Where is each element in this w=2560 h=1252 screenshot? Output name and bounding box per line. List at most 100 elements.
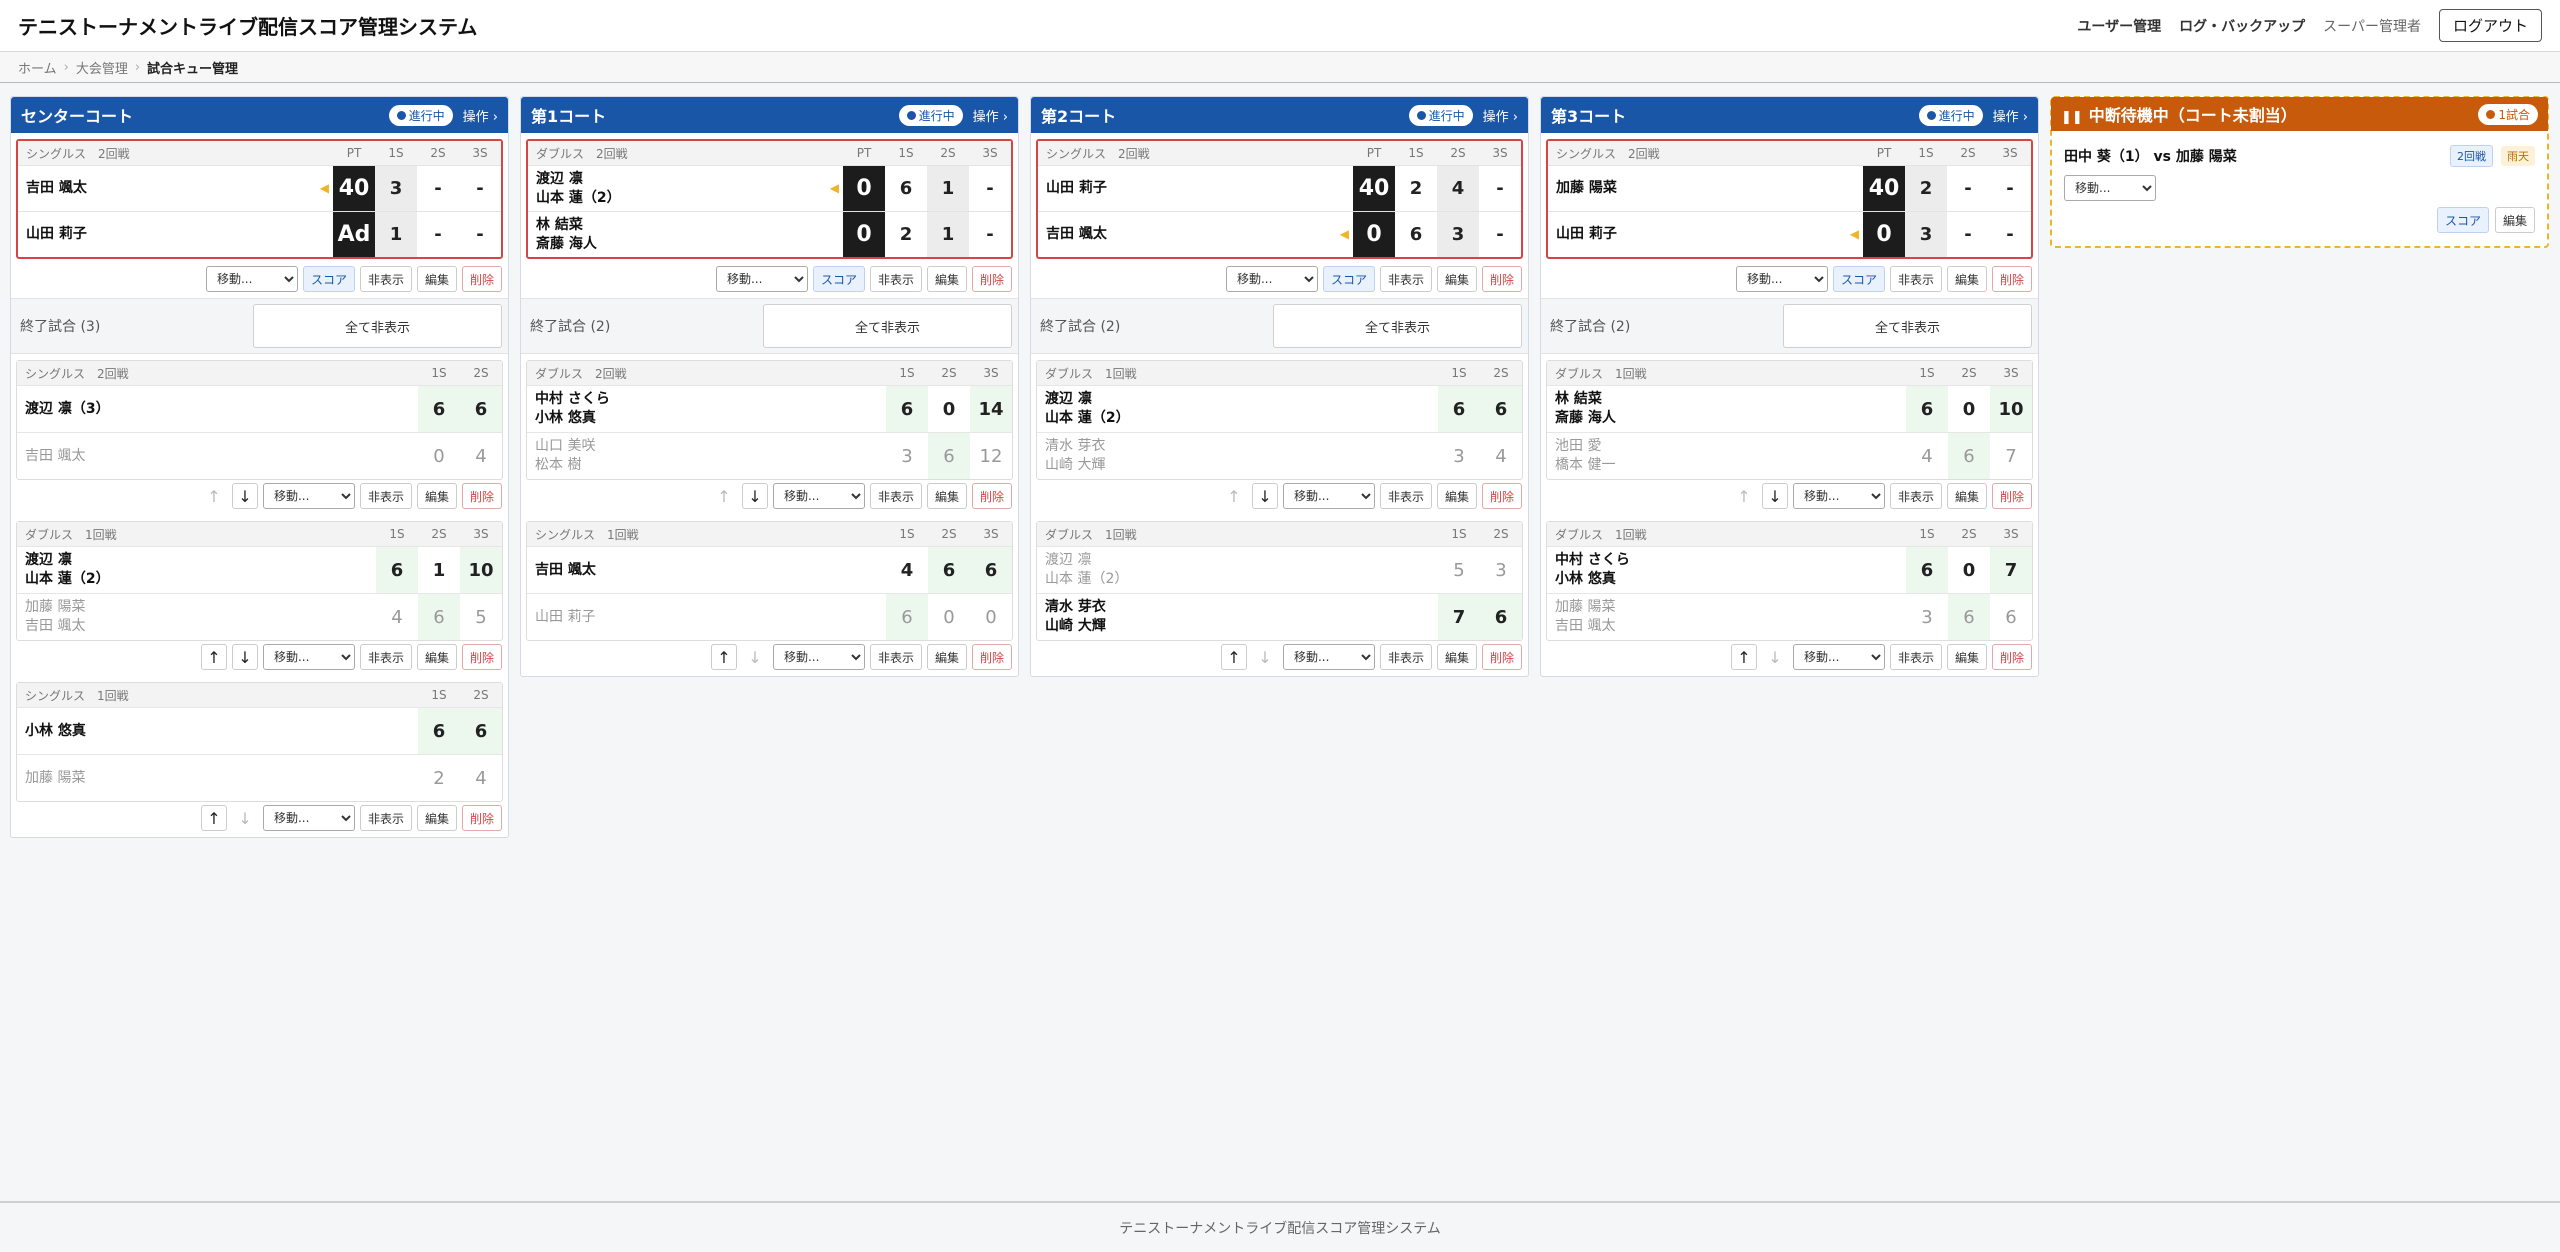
move-down-button[interactable]: ↓ (231, 644, 258, 670)
edit-button[interactable]: 編集 (416, 266, 457, 292)
edit-button[interactable]: 編集 (1946, 644, 1987, 670)
hide-button[interactable]: 非表示 (359, 266, 412, 292)
hide-button[interactable]: 非表示 (1889, 266, 1942, 292)
hide-all-button[interactable]: 全て非表示 (253, 304, 502, 348)
move-select[interactable]: 移動... (262, 805, 355, 831)
hide-button[interactable]: 非表示 (1379, 644, 1432, 670)
hide-button[interactable]: 非表示 (1379, 266, 1432, 292)
move-select[interactable]: 移動... (772, 483, 865, 509)
hide-button[interactable]: 非表示 (1379, 483, 1432, 509)
delete-button[interactable]: 削除 (1481, 644, 1522, 670)
move-up-button[interactable]: ↑ (711, 483, 737, 509)
move-select[interactable]: 移動... (2064, 175, 2156, 201)
move-select[interactable]: 移動... (772, 644, 865, 670)
move-up-button[interactable]: ↑ (201, 483, 227, 509)
score-button[interactable]: スコア (812, 266, 865, 292)
hide-button[interactable]: 非表示 (869, 483, 922, 509)
delete-button[interactable]: 削除 (971, 266, 1012, 292)
edit-button[interactable]: 編集 (1436, 483, 1477, 509)
operations-link[interactable]: 操作 › (973, 106, 1008, 125)
hide-button[interactable]: 非表示 (1889, 644, 1942, 670)
score-button[interactable]: スコア (302, 266, 355, 292)
delete-button[interactable]: 削除 (971, 483, 1012, 509)
move-up-button[interactable]: ↑ (200, 805, 227, 831)
move-up-button[interactable]: ↑ (710, 644, 737, 670)
move-down-button[interactable]: ↓ (1762, 644, 1788, 670)
delete-button[interactable]: 削除 (1991, 266, 2032, 292)
hide-button[interactable]: 非表示 (869, 266, 922, 292)
move-select[interactable]: 移動... (262, 483, 355, 509)
score-button[interactable]: スコア (2436, 207, 2489, 233)
delete-button[interactable]: 削除 (1481, 483, 1522, 509)
edit-button[interactable]: 編集 (1436, 266, 1477, 292)
edit-button[interactable]: 編集 (926, 483, 967, 509)
move-up-button[interactable]: ↑ (1220, 644, 1247, 670)
move-down-button[interactable]: ↓ (1761, 483, 1788, 509)
delete-button[interactable]: 削除 (461, 644, 502, 670)
edit-button[interactable]: 編集 (1946, 266, 1987, 292)
edit-button[interactable]: 編集 (416, 483, 457, 509)
winner-row: 吉田 颯太 4 6 6 (527, 546, 1012, 593)
delete-button[interactable]: 削除 (461, 805, 502, 831)
logout-button[interactable]: ログアウト (2438, 9, 2542, 42)
hide-all-button[interactable]: 全て非表示 (1783, 304, 2032, 348)
score-button[interactable]: スコア (1322, 266, 1375, 292)
edit-button[interactable]: 編集 (926, 266, 967, 292)
hide-button[interactable]: 非表示 (359, 644, 412, 670)
edit-button[interactable]: 編集 (926, 644, 967, 670)
column-header: 3S (2003, 366, 2019, 380)
loser-row: 池田 愛橋本 健一 4 6 7 (1547, 432, 2032, 479)
move-select[interactable]: 移動... (262, 644, 355, 670)
move-down-button[interactable]: ↓ (232, 805, 258, 831)
nav-logs-link[interactable]: ログ・バックアップ (2179, 16, 2305, 36)
hide-button[interactable]: 非表示 (359, 483, 412, 509)
hide-all-button[interactable]: 全て非表示 (1273, 304, 1522, 348)
move-down-button[interactable]: ↓ (742, 644, 768, 670)
operations-link[interactable]: 操作 › (1993, 106, 2028, 125)
edit-button[interactable]: 編集 (2494, 207, 2535, 233)
set-score-value: 4 (391, 606, 403, 628)
move-select[interactable]: 移動... (1792, 483, 1885, 509)
edit-button[interactable]: 編集 (416, 644, 457, 670)
hide-button[interactable]: 非表示 (1889, 483, 1942, 509)
delete-button[interactable]: 削除 (461, 266, 502, 292)
move-select[interactable]: 移動... (1735, 266, 1828, 292)
move-select[interactable]: 移動... (205, 266, 298, 292)
hide-button[interactable]: 非表示 (869, 644, 922, 670)
move-down-button[interactable]: ↓ (1251, 483, 1278, 509)
breadcrumb-home[interactable]: ホーム (18, 58, 57, 77)
edit-button[interactable]: 編集 (416, 805, 457, 831)
hide-all-button[interactable]: 全て非表示 (763, 304, 1012, 348)
delete-button[interactable]: 削除 (1991, 644, 2032, 670)
score-button[interactable]: スコア (1832, 266, 1885, 292)
hide-button[interactable]: 非表示 (359, 805, 412, 831)
breadcrumb-tournament[interactable]: 大会管理 (76, 58, 128, 77)
move-select[interactable]: 移動... (1225, 266, 1318, 292)
move-down-button[interactable]: ↓ (231, 483, 258, 509)
set-score: 0 (418, 433, 460, 479)
delete-button[interactable]: 削除 (1991, 483, 2032, 509)
delete-button[interactable]: 削除 (971, 644, 1012, 670)
edit-button[interactable]: 編集 (1946, 483, 1987, 509)
move-up-button[interactable]: ↑ (1221, 483, 1247, 509)
nav-users-link[interactable]: ユーザー管理 (2077, 16, 2161, 36)
move-up-button[interactable]: ↑ (1730, 644, 1757, 670)
move-select[interactable]: 移動... (715, 266, 808, 292)
match-type: ダブルス 1回戦 (1555, 366, 1647, 381)
move-select[interactable]: 移動... (1282, 644, 1375, 670)
move-select[interactable]: 移動... (1282, 483, 1375, 509)
move-up-button[interactable]: ↑ (200, 644, 227, 670)
move-select[interactable]: 移動... (1792, 644, 1885, 670)
move-down-button[interactable]: ↓ (741, 483, 768, 509)
player-name: 山田 莉子 (535, 608, 886, 627)
edit-button[interactable]: 編集 (1436, 644, 1477, 670)
operations-link[interactable]: 操作 › (1483, 106, 1518, 125)
operations-link[interactable]: 操作 › (463, 106, 498, 125)
delete-button[interactable]: 削除 (461, 483, 502, 509)
delete-button[interactable]: 削除 (1481, 266, 1522, 292)
player-name-1: 加藤 陽菜 (25, 599, 86, 616)
move-down-button[interactable]: ↓ (1252, 644, 1278, 670)
move-up-button[interactable]: ↑ (1731, 483, 1757, 509)
status-text: 進行中 (918, 108, 955, 123)
set-score: 7 (1438, 594, 1480, 640)
